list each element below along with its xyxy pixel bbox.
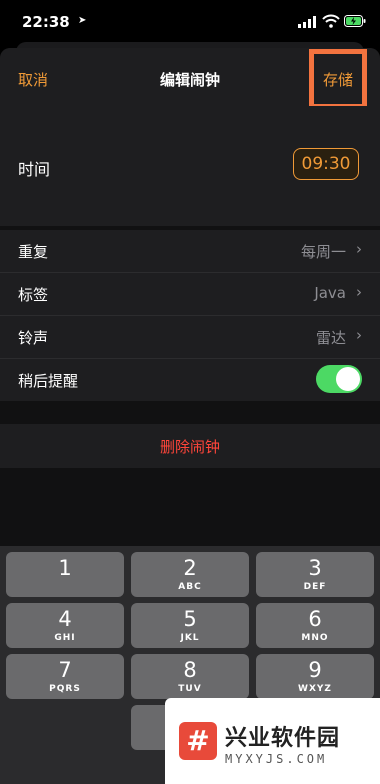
key-letters: TUV bbox=[178, 684, 202, 694]
key-digit: 9 bbox=[308, 658, 322, 682]
repeat-row[interactable]: 重复 每周一 › bbox=[0, 230, 380, 273]
time-label: 时间 bbox=[18, 160, 51, 179]
battery-charging-icon bbox=[344, 15, 366, 27]
key-digit: 6 bbox=[308, 607, 322, 631]
key-digit: 5 bbox=[183, 607, 197, 631]
time-picker[interactable]: 09:30 bbox=[293, 148, 359, 180]
repeat-value: 每周一 bbox=[300, 243, 346, 261]
wifi-icon bbox=[322, 14, 340, 28]
snooze-row: 稍后提醒 bbox=[0, 359, 380, 401]
key-9[interactable]: 9 WXYZ bbox=[256, 654, 374, 699]
chevron-right-icon: › bbox=[356, 283, 362, 301]
snooze-label: 稍后提醒 bbox=[18, 372, 79, 390]
status-time: 22:38 bbox=[22, 13, 70, 31]
delete-alarm-label: 删除闹钟 bbox=[159, 437, 220, 456]
watermark-title: 兴业软件园 bbox=[225, 726, 341, 751]
settings-list: 重复 每周一 › 标签 Java › 铃声 雷达 › 稍后提醒 bbox=[0, 230, 380, 401]
label-value: Java bbox=[314, 284, 346, 302]
key-digit: 8 bbox=[183, 658, 197, 682]
key-4[interactable]: 4 GHI bbox=[6, 603, 124, 648]
key-8[interactable]: 8 TUV bbox=[131, 654, 249, 699]
nav-bar: 取消 编辑闹钟 存储 bbox=[0, 48, 380, 109]
key-letters: WXYZ bbox=[298, 684, 332, 694]
repeat-label: 重复 bbox=[18, 243, 49, 261]
key-letters: GHI bbox=[54, 633, 76, 643]
save-button[interactable]: 存储 bbox=[309, 49, 367, 109]
sound-row[interactable]: 铃声 雷达 › bbox=[0, 316, 380, 359]
cellular-signal-icon bbox=[298, 16, 316, 28]
sound-value: 雷达 bbox=[315, 329, 346, 347]
chevron-right-icon: › bbox=[356, 240, 362, 258]
key-digit: 4 bbox=[58, 607, 72, 631]
watermark-logo: # bbox=[179, 722, 217, 760]
key-digit: 7 bbox=[58, 658, 72, 682]
key-letters: PQRS bbox=[49, 684, 81, 694]
label-label: 标签 bbox=[18, 286, 49, 304]
watermark: # 兴业软件园 MYXYJS.COM bbox=[165, 698, 380, 784]
key-2[interactable]: 2 ABC bbox=[131, 552, 249, 597]
key-letters: ABC bbox=[178, 582, 202, 592]
key-letters: JKL bbox=[180, 633, 200, 643]
snooze-toggle[interactable] bbox=[316, 365, 362, 393]
chevron-right-icon: › bbox=[356, 326, 362, 344]
delete-alarm-button[interactable]: 删除闹钟 bbox=[0, 424, 380, 468]
label-row[interactable]: 标签 Java › bbox=[0, 273, 380, 316]
key-6[interactable]: 6 MNO bbox=[256, 603, 374, 648]
sound-label: 铃声 bbox=[18, 329, 49, 347]
key-3[interactable]: 3 DEF bbox=[256, 552, 374, 597]
key-1[interactable]: 1 bbox=[6, 552, 124, 597]
key-letters: MNO bbox=[301, 633, 329, 643]
location-arrow-icon: ➤ bbox=[78, 15, 87, 26]
watermark-url: MYXYJS.COM bbox=[225, 752, 328, 766]
key-digit: 3 bbox=[308, 556, 322, 580]
toggle-knob bbox=[336, 367, 360, 391]
status-bar: 22:38 ➤ bbox=[0, 0, 380, 44]
key-digit: 2 bbox=[183, 556, 197, 580]
key-7[interactable]: 7 PQRS bbox=[6, 654, 124, 699]
key-letters: DEF bbox=[303, 582, 327, 592]
time-row: 时间 09:30 bbox=[0, 106, 380, 226]
key-digit: 1 bbox=[58, 556, 72, 580]
key-5[interactable]: 5 JKL bbox=[131, 603, 249, 648]
